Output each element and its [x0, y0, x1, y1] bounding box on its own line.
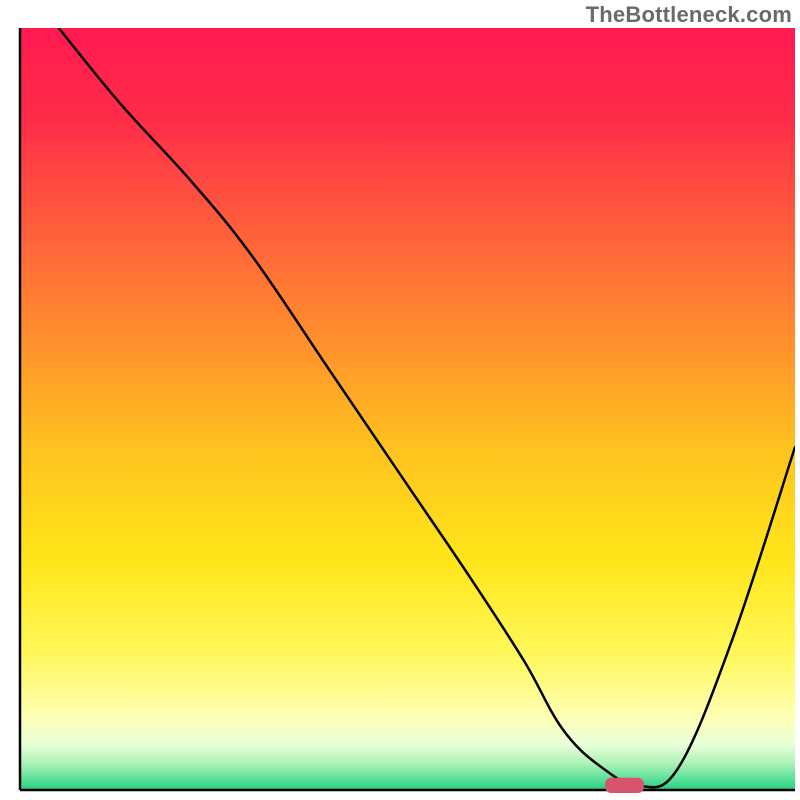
watermark-label: TheBottleneck.com — [586, 2, 792, 28]
chart-stage: TheBottleneck.com — [0, 0, 800, 800]
optimum-marker — [605, 778, 644, 793]
bottleneck-chart — [0, 0, 800, 800]
plot-background — [20, 28, 795, 790]
